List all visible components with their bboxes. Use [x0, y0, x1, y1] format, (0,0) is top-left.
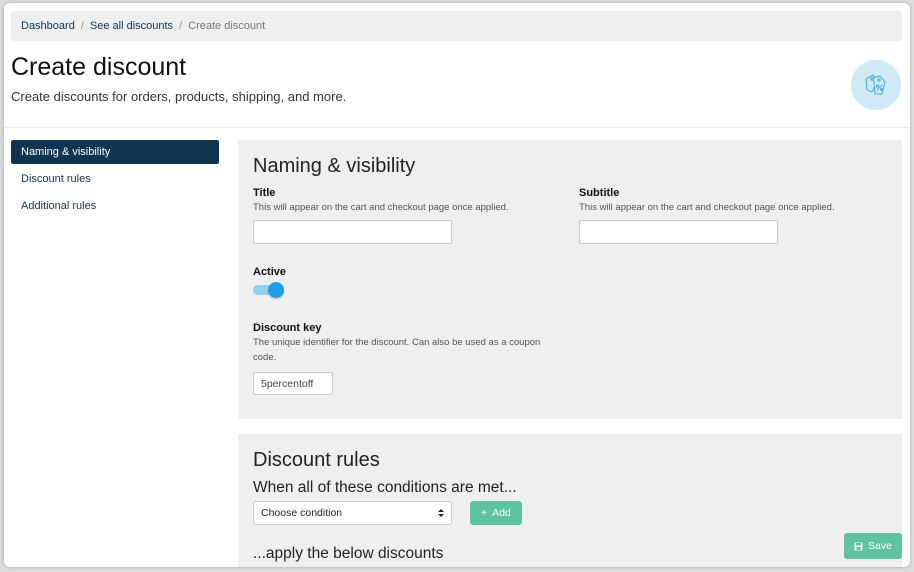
- subtitle-label: Subtitle: [579, 187, 620, 199]
- condition-select[interactable]: Choose condition: [253, 501, 452, 525]
- sidebar-item-additional-rules[interactable]: Additional rules: [11, 194, 219, 218]
- breadcrumb: Dashboard / See all discounts / Create d…: [11, 11, 902, 41]
- breadcrumb-separator: /: [179, 20, 183, 32]
- naming-visibility-panel: Naming & visibility Title This will appe…: [238, 140, 902, 419]
- price-tags-icon: [851, 60, 901, 110]
- page-title: Create discount: [11, 53, 187, 81]
- discounts-heading: ...apply the below discounts: [253, 545, 444, 562]
- discount-key-input[interactable]: [253, 372, 333, 395]
- conditions-heading: When all of these conditions are met...: [253, 479, 517, 496]
- subtitle-help: This will appear on the cart and checkou…: [579, 202, 835, 213]
- header-divider: [4, 127, 910, 128]
- sidebar-nav: Naming & visibility Discount rules Addit…: [11, 140, 219, 221]
- page-subtitle: Create discounts for orders, products, s…: [11, 89, 347, 104]
- toggle-knob: [268, 282, 284, 298]
- naming-visibility-heading: Naming & visibility: [253, 155, 416, 177]
- active-toggle[interactable]: [253, 282, 285, 298]
- floppy-disk-icon: [854, 542, 863, 550]
- add-button-label: Add: [492, 507, 511, 519]
- breadcrumb-see-all-discounts-link[interactable]: See all discounts: [90, 20, 173, 32]
- save-button[interactable]: Save: [844, 533, 902, 559]
- save-button-label: Save: [868, 540, 892, 552]
- subtitle-input[interactable]: [579, 220, 778, 244]
- title-label: Title: [253, 187, 276, 199]
- active-label: Active: [253, 266, 287, 278]
- breadcrumb-dashboard-link[interactable]: Dashboard: [21, 20, 75, 32]
- select-arrows-icon: [438, 509, 444, 517]
- discount-rules-panel: Discount rules When all of these conditi…: [238, 434, 902, 567]
- condition-select-value: Choose condition: [261, 507, 343, 519]
- sidebar-item-discount-rules[interactable]: Discount rules: [11, 167, 219, 191]
- breadcrumb-current: Create discount: [188, 20, 266, 32]
- sidebar-item-naming-visibility[interactable]: Naming & visibility: [11, 140, 219, 164]
- discount-rules-heading: Discount rules: [253, 449, 380, 471]
- discount-key-label: Discount key: [253, 322, 322, 334]
- discount-key-help: The unique identifier for the discount. …: [253, 337, 541, 363]
- add-condition-button[interactable]: + Add: [470, 501, 522, 525]
- title-help: This will appear on the cart and checkou…: [253, 202, 509, 213]
- breadcrumb-separator: /: [80, 20, 84, 32]
- app-window: Dashboard / See all discounts / Create d…: [4, 3, 910, 567]
- plus-icon: +: [481, 507, 488, 519]
- title-input[interactable]: [253, 220, 452, 244]
